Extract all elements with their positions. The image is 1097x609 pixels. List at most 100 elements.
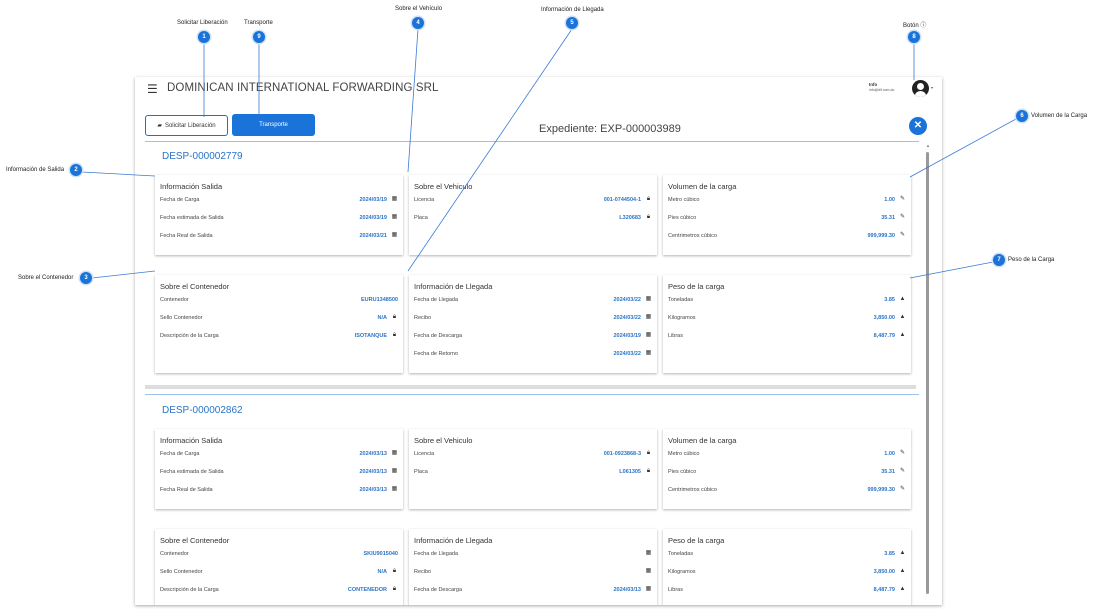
weight-icon[interactable]: ▲ (899, 550, 906, 557)
data-row: Fecha estimada de Salida 2024/03/19 ▦ (160, 214, 398, 223)
lock-icon[interactable]: 🔒︎ (391, 332, 398, 339)
caret-down-icon[interactable]: ▾ (931, 85, 933, 90)
callout-badge-5: 5 (566, 17, 578, 29)
user-avatar-icon[interactable] (912, 80, 929, 97)
data-row: Fecha de Carga 2024/03/19 ▦ (160, 196, 398, 205)
calendar-icon[interactable]: ▦ (645, 350, 652, 357)
calendar-icon[interactable]: ▦ (391, 214, 398, 221)
data-row: Kilogramos 3,850.00 ▲ (668, 314, 906, 323)
card-title: Sobre el Contenedor (160, 282, 230, 291)
data-row: Recibo 2024/03/22 ▦ (414, 314, 652, 323)
close-icon[interactable]: ✕ (909, 117, 927, 135)
row-label: Fecha Real de Salida (160, 487, 213, 493)
row-value: ISOTANQUE (354, 333, 387, 339)
data-row: Sello Contenedor N/A 🔒︎ (160, 568, 398, 577)
app-window: ☰ DOMINICAN INTERNATIONAL FORWARDING SRL… (135, 77, 942, 605)
transporte-button[interactable]: Transporte (232, 114, 315, 136)
calendar-icon[interactable]: ▦ (391, 468, 398, 475)
calendar-icon[interactable]: ▦ (645, 314, 652, 321)
row-label: Contenedor (160, 551, 189, 557)
data-row: Placa L061305 🔒︎ (414, 468, 652, 477)
weight-icon[interactable]: ▲ (899, 568, 906, 575)
row-value: 3,850.00 (873, 569, 895, 575)
desp-title[interactable]: DESP-000002862 (162, 405, 243, 416)
callout-label-1: Solicitar Liberación (177, 20, 228, 26)
calendar-icon[interactable]: ▦ (645, 296, 652, 303)
row-label: Sello Contenedor (160, 315, 203, 321)
expediente-title: Expediente: EXP-000003989 (539, 123, 681, 135)
lock-icon[interactable]: 🔒︎ (645, 450, 652, 457)
callout-label-6: Volumen de la Carga (1031, 113, 1088, 119)
row-label: Fecha estimada de Salida (160, 215, 224, 221)
weight-icon[interactable]: ▲ (899, 314, 906, 321)
data-row: Metro cúbico 1.00 ✎ (668, 450, 906, 459)
callout-label-3: Sobre el Contenedor (18, 275, 74, 281)
calendar-icon[interactable]: ▦ (645, 586, 652, 593)
card-informacion-salida: Información Salida Fecha de Carga 2024/03… (155, 175, 403, 255)
scroll-up-icon[interactable]: ▲ (925, 143, 931, 148)
calendar-icon[interactable]: ▦ (391, 232, 398, 239)
callout-badge-8: 8 (908, 31, 920, 43)
data-row: Contenedor EURU1348500 (160, 296, 398, 305)
data-row: Fecha de Llegada 2024/03/22 ▦ (414, 296, 652, 305)
row-value: 2024/03/13 (613, 587, 641, 593)
vertical-scrollbar[interactable]: ▲ (925, 143, 931, 595)
calendar-icon[interactable]: ▦ (645, 332, 652, 339)
row-label: Metro cúbico (668, 451, 700, 457)
company-name: DOMINICAN INTERNATIONAL FORWARDING SRL (167, 82, 439, 94)
callout-label-7: Peso de la Carga (1008, 257, 1055, 263)
hamburger-menu-icon[interactable]: ☰ (147, 83, 158, 95)
solicitar-liberacion-label: Solicitar Liberación (164, 122, 216, 129)
row-value: 999,999.30 (867, 233, 895, 239)
pencil-icon[interactable]: ✎ (899, 196, 906, 203)
lock-icon[interactable]: 🔒︎ (391, 586, 398, 593)
row-value: 2024/03/19 (359, 215, 387, 221)
calendar-icon[interactable]: ▦ (391, 196, 398, 203)
lock-icon[interactable]: 🔒︎ (645, 196, 652, 203)
callout-label-9: Transporte (244, 20, 273, 26)
row-label: Fecha de Carga (160, 451, 200, 457)
lock-icon[interactable]: 🔒︎ (645, 468, 652, 475)
calendar-icon[interactable]: ▦ (391, 486, 398, 493)
data-row: Fecha de Descarga 2024/03/19 ▦ (414, 332, 652, 341)
lock-icon[interactable]: 🔒︎ (391, 568, 398, 575)
row-label: Fecha de Retorno (414, 351, 459, 357)
pencil-icon[interactable]: ✎ (899, 486, 906, 493)
row-value: 2024/03/22 (613, 351, 641, 357)
calendar-icon[interactable]: ▦ (391, 450, 398, 457)
row-value: N/A (377, 315, 387, 321)
pencil-icon[interactable]: ✎ (899, 468, 906, 475)
row-value: 999,999.30 (867, 487, 895, 493)
row-label: Placa (414, 469, 428, 475)
lock-icon[interactable]: 🔒︎ (645, 214, 652, 221)
calendar-icon[interactable]: ▦ (645, 550, 652, 557)
card-informacion-llegada: Información de Llegada Fecha de Llegada ▦… (409, 529, 657, 605)
row-value: 35.31 (881, 215, 895, 221)
weight-icon[interactable]: ▲ (899, 296, 906, 303)
pencil-icon[interactable]: ✎ (899, 450, 906, 457)
row-label: Sello Contenedor (160, 569, 203, 575)
pencil-icon[interactable]: ✎ (899, 232, 906, 239)
solicitar-liberacion-button[interactable]: ▰ Solicitar Liberación (145, 115, 228, 136)
weight-icon[interactable]: ▲ (899, 586, 906, 593)
card-title: Volumen de la carga (668, 182, 737, 191)
row-label: Fecha de Descarga (414, 587, 462, 593)
card-title: Peso de la carga (668, 282, 725, 291)
scrollbar-thumb[interactable] (926, 152, 929, 594)
row-label: Fecha Real de Salida (160, 233, 213, 239)
lock-icon[interactable]: 🔒︎ (391, 314, 398, 321)
callout-label-4: Sobre el Vehículo (395, 6, 443, 12)
calendar-icon[interactable]: ▦ (645, 568, 652, 575)
desp-title[interactable]: DESP-000002779 (162, 151, 243, 162)
row-label: Kilogramos (668, 315, 696, 321)
weight-icon[interactable]: ▲ (899, 332, 906, 339)
pencil-icon[interactable]: ✎ (899, 214, 906, 221)
row-value: 2024/03/22 (613, 315, 641, 321)
top-bar: ☰ DOMINICAN INTERNATIONAL FORWARDING SRL… (135, 77, 942, 102)
card-sobre-vehiculo: Sobre el Vehiculo Licencia 001-0744504-1 🔒… (409, 175, 657, 255)
row-value: 3.85 (884, 551, 895, 557)
card-title: Información Salida (160, 182, 223, 191)
data-row: Descripción de la Carga CONTENEDOR 🔒︎ (160, 586, 398, 595)
data-row: Descripción de la Carga ISOTANQUE 🔒︎ (160, 332, 398, 341)
row-value: 2024/03/22 (613, 297, 641, 303)
